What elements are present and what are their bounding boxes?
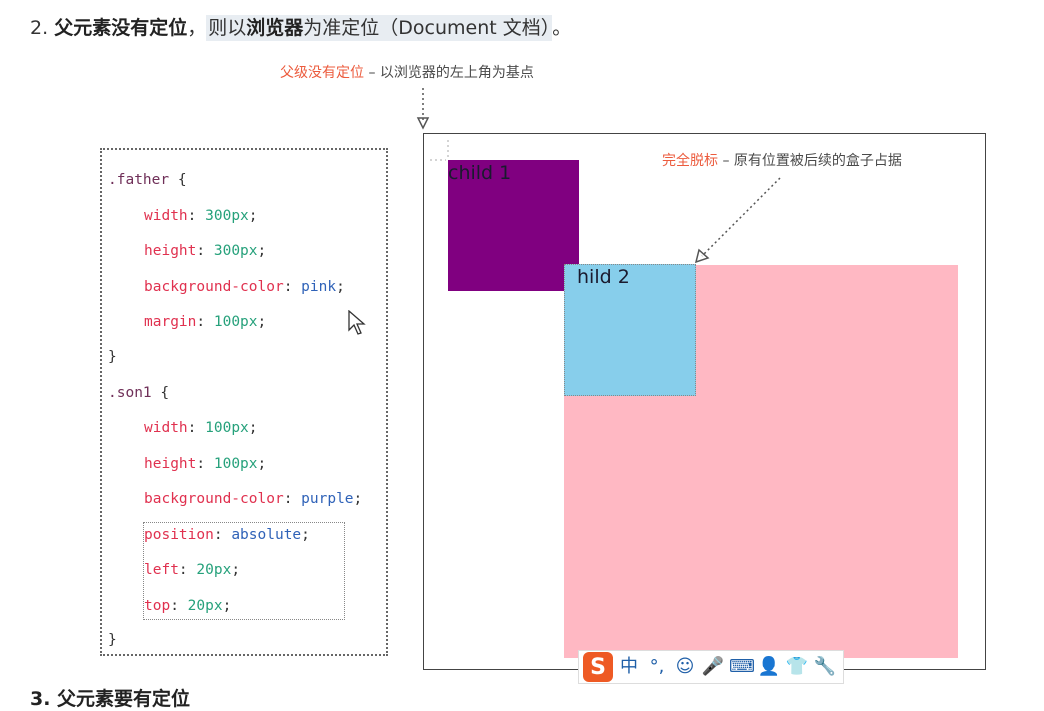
css-value: 100px [213, 314, 258, 330]
colon: : [283, 279, 302, 295]
code-line: left: 20px; [144, 560, 240, 580]
mouse-cursor-icon [348, 310, 366, 335]
next-section-heading: 3. 父元素要有定位 [30, 688, 191, 710]
semicolon: ; [257, 456, 267, 472]
code-line: height: 100px; [144, 454, 266, 474]
css-value: absolute [231, 527, 302, 543]
code-line: background-color: purple; [144, 489, 362, 509]
sogou-logo-icon[interactable]: S [583, 652, 613, 682]
css-prop: width [144, 420, 188, 436]
css-value: purple [301, 491, 354, 507]
code-line-father-close: } [108, 349, 117, 365]
css-prop: position [144, 527, 214, 543]
punctuation-icon[interactable]: °, [645, 652, 669, 682]
user-icon[interactable]: 👤 [757, 652, 781, 682]
code-line: margin: 100px; [144, 312, 266, 332]
code-line-son1-close: } [108, 632, 117, 648]
microphone-icon[interactable]: 🎤 [701, 652, 725, 682]
semicolon: ; [353, 491, 363, 507]
semicolon: ; [257, 314, 267, 330]
semicolon: ; [301, 527, 310, 543]
colon: : [196, 243, 214, 259]
css-value: 20px [196, 562, 232, 578]
css-value: 20px [187, 598, 223, 614]
css-prop: top [144, 598, 171, 614]
colon: : [187, 208, 206, 224]
ime-toolbar[interactable]: S 中 °, ☺ 🎤 ⌨ 👤 👕 🔧 [578, 650, 844, 684]
semicolon: ; [257, 243, 267, 259]
code-line-father-open: .father { [108, 170, 187, 190]
semicolon: ; [222, 598, 232, 614]
semicolon: ; [336, 279, 345, 295]
colon: : [196, 456, 214, 472]
colon: : [213, 527, 232, 543]
code-line: background-color: pink; [144, 277, 345, 297]
colon: : [196, 314, 214, 330]
skin-icon[interactable]: 👕 [785, 652, 809, 682]
css-value: 100px [205, 420, 249, 436]
css-prop: width [144, 208, 188, 224]
semicolon: ; [231, 562, 241, 578]
css-prop: height [144, 243, 197, 259]
css-prop: background-color [144, 491, 284, 507]
css-value: 300px [213, 243, 258, 259]
code-line: width: 100px; [144, 418, 258, 438]
css-value: pink [301, 279, 337, 295]
css-prop: height [144, 456, 197, 472]
semicolon: ; [248, 208, 258, 224]
child1-label: child 1 [448, 162, 512, 184]
father-selector: .father [108, 172, 170, 188]
colon: : [178, 562, 197, 578]
code-line: position: absolute; [144, 525, 310, 545]
brace-open: { [151, 385, 170, 401]
css-prop: background-color [144, 279, 284, 295]
code-line: top: 20px; [144, 596, 231, 616]
keyboard-icon[interactable]: ⌨ [729, 652, 755, 682]
code-line: height: 300px; [144, 241, 266, 261]
css-value: 300px [205, 208, 249, 224]
semicolon: ; [248, 420, 258, 436]
code-line: width: 300px; [144, 206, 258, 226]
settings-wrench-icon[interactable]: 🔧 [813, 652, 837, 682]
css-value: 100px [213, 456, 258, 472]
brace-open: { [169, 172, 187, 188]
css-prop: left [144, 562, 179, 578]
emoji-icon[interactable]: ☺ [673, 652, 697, 682]
colon: : [283, 491, 302, 507]
son1-selector: .son1 [108, 385, 152, 401]
code-line-son1-open: .son1 { [108, 383, 169, 403]
child2-label: hild 2 [577, 266, 630, 288]
css-prop: margin [144, 314, 197, 330]
chinese-mode-icon[interactable]: 中 [617, 652, 641, 682]
colon: : [170, 598, 188, 614]
colon: : [187, 420, 206, 436]
